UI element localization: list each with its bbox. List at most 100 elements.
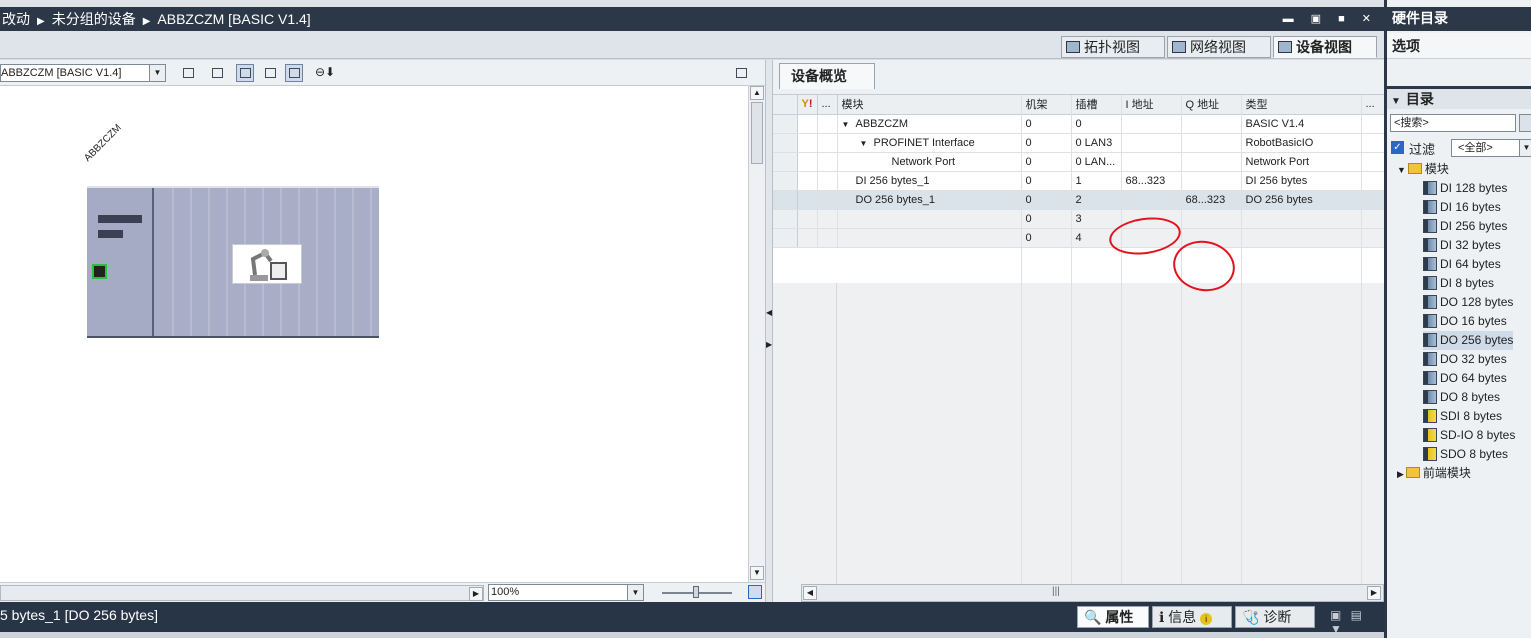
rack-cell[interactable]: 0	[1021, 133, 1072, 153]
header-type[interactable]: 类型	[1241, 95, 1362, 115]
scroll-left-icon[interactable]: ◀	[803, 586, 817, 600]
row-gutter-cell[interactable]	[773, 114, 798, 134]
table-row[interactable]: Network Port 0 0 LAN... Network Port	[773, 152, 1385, 172]
tree-folder-head-modules[interactable]: ▶ 前端模块	[1397, 464, 1471, 483]
type-cell[interactable]: BASIC V1.4	[1241, 114, 1362, 134]
module-cell[interactable]: DI 256 bytes_1	[837, 171, 1022, 191]
catalog-item[interactable]: DI 32 bytes	[1423, 236, 1501, 255]
more-cell[interactable]	[817, 114, 838, 134]
catalog-item[interactable]: DO 128 bytes	[1423, 293, 1513, 312]
overview-navigation-button[interactable]	[179, 64, 197, 82]
more-cell[interactable]	[817, 133, 838, 153]
more-cell[interactable]	[817, 152, 838, 172]
type-cell[interactable]	[1241, 228, 1362, 248]
q-address-cell[interactable]	[1181, 114, 1242, 134]
table-row[interactable]: ▼ ABBZCZM 0 0 BASIC V1.4	[773, 114, 1385, 134]
header-slot[interactable]: 插槽	[1071, 95, 1122, 115]
head-module[interactable]	[87, 188, 154, 336]
device-select[interactable]: ABBZCZM [BASIC V1.4] ▼	[0, 64, 166, 82]
tree-folder-modules[interactable]: ▼ 模块	[1397, 160, 1449, 179]
tab-device-view[interactable]: 设备视图	[1273, 36, 1377, 58]
rack-cell[interactable]: 0	[1021, 190, 1072, 210]
breadcrumb-item[interactable]: 未分组的设备	[52, 7, 136, 31]
zoom-button[interactable]: ⊖⬇	[313, 64, 341, 82]
header-rack[interactable]: 机架	[1021, 95, 1072, 115]
more-cell[interactable]	[817, 209, 838, 229]
table-horizontal-scrollbar[interactable]: ◀ ||| ▶	[801, 584, 1384, 602]
more-right-cell[interactable]	[1361, 152, 1385, 172]
i-address-cell[interactable]	[1121, 133, 1182, 153]
canvas-horizontal-scrollbar[interactable]: ▶	[0, 585, 484, 601]
status-cell[interactable]	[797, 171, 818, 191]
catalog-item[interactable]: DO 256 bytes	[1423, 331, 1514, 350]
status-cell[interactable]	[797, 133, 818, 153]
catalog-item[interactable]: DO 16 bytes	[1423, 312, 1507, 331]
canvas-vertical-scrollbar[interactable]: ▲ ▼	[748, 86, 765, 582]
zoom-slider-handle[interactable]	[693, 586, 699, 598]
breadcrumb-item[interactable]: 改动	[2, 7, 30, 31]
row-gutter-cell[interactable]	[773, 171, 798, 191]
expand-right-icon[interactable]: ▶	[766, 340, 772, 349]
catalog-item[interactable]: DI 64 bytes	[1423, 255, 1501, 274]
zoom-select[interactable]: 100% ▼	[488, 584, 644, 601]
more-cell[interactable]	[817, 171, 838, 191]
catalog-item[interactable]: DO 64 bytes	[1423, 369, 1507, 388]
grid-button[interactable]	[261, 64, 279, 82]
module-cell[interactable]: Network Port	[837, 152, 1022, 172]
tab-device-overview[interactable]: 设备概览	[779, 63, 875, 89]
i-address-cell[interactable]	[1121, 190, 1182, 210]
q-address-cell[interactable]	[1181, 152, 1242, 172]
scroll-down-icon[interactable]: ▼	[750, 566, 764, 580]
catalog-search-input[interactable]: <搜索>	[1390, 114, 1516, 132]
catalog-item[interactable]: DO 32 bytes	[1423, 350, 1507, 369]
filter-checkbox[interactable]: ✓	[1391, 141, 1404, 154]
header-i-address[interactable]: I 地址	[1121, 95, 1182, 115]
row-gutter-cell[interactable]	[773, 209, 798, 229]
draw-connection-button[interactable]	[236, 64, 254, 82]
catalog-item[interactable]: SDI 8 bytes	[1423, 407, 1502, 426]
tab-network-view[interactable]: 网络视图	[1167, 36, 1271, 58]
type-cell[interactable]: DI 256 bytes	[1241, 171, 1362, 191]
module-cell[interactable]: DO 256 bytes_1	[837, 190, 1022, 210]
catalog-section-header[interactable]: ▼ 目录	[1387, 89, 1531, 109]
expand-toggle-icon[interactable]: ▼	[842, 120, 856, 129]
slot-cell[interactable]: 1	[1071, 171, 1122, 191]
scroll-grip-icon[interactable]: |||	[1052, 586, 1060, 597]
slot-cell[interactable]: 0 LAN3	[1071, 133, 1122, 153]
header-more[interactable]: ...	[817, 95, 838, 115]
rack-cell[interactable]: 0	[1021, 171, 1072, 191]
table-row[interactable]: ▼ PROFINET Interface 0 0 LAN3 RobotBasicIO	[773, 133, 1385, 153]
expand-toggle-icon[interactable]: ▼	[860, 139, 874, 148]
breadcrumb-item[interactable]: ABBZCZM [BASIC V1.4]	[157, 7, 310, 31]
tab-topology-view[interactable]: 拓扑视图	[1061, 36, 1165, 58]
type-cell[interactable]: Network Port	[1241, 152, 1362, 172]
more-cell[interactable]	[817, 228, 838, 248]
header-more-right[interactable]: ...	[1361, 95, 1385, 115]
row-gutter-cell[interactable]	[773, 190, 798, 210]
profinet-port-icon[interactable]	[92, 264, 107, 279]
table-row[interactable]: 03	[773, 209, 1385, 229]
rack-cell[interactable]: 0	[1021, 114, 1072, 134]
more-right-cell[interactable]	[1361, 228, 1385, 248]
slot-cell[interactable]: 3	[1071, 209, 1122, 229]
type-cell[interactable]	[1241, 209, 1362, 229]
i-address-cell[interactable]	[1121, 152, 1182, 172]
header-module[interactable]: 模块	[837, 95, 1022, 115]
scroll-thumb[interactable]	[751, 102, 763, 164]
page-view-button[interactable]	[285, 64, 303, 82]
rack-cell[interactable]: 0	[1021, 209, 1072, 229]
row-gutter-cell[interactable]	[773, 133, 798, 153]
catalog-item[interactable]: SDO 8 bytes	[1423, 445, 1508, 464]
tab-info[interactable]: ℹ 信息 i	[1152, 606, 1232, 628]
device-overview-table[interactable]: Y! ... 模块 机架 插槽 I 地址 Q 地址 类型 ... ▼ ABBZCZ…	[773, 94, 1385, 585]
type-cell[interactable]: DO 256 bytes	[1241, 190, 1362, 210]
catalog-item[interactable]: DI 16 bytes	[1423, 198, 1501, 217]
status-cell[interactable]	[797, 209, 818, 229]
catalog-item[interactable]: DI 128 bytes	[1423, 179, 1507, 198]
pane-splitter[interactable]: ◀ ▶	[765, 60, 773, 602]
q-address-cell[interactable]	[1181, 209, 1242, 229]
collapse-left-icon[interactable]: ◀	[766, 308, 772, 317]
table-row[interactable]: DO 256 bytes_1 0 2 68...323 DO 256 bytes	[773, 190, 1385, 210]
slot-cell[interactable]: 0 LAN...	[1071, 152, 1122, 172]
catalog-item[interactable]: DI 256 bytes	[1423, 217, 1507, 236]
